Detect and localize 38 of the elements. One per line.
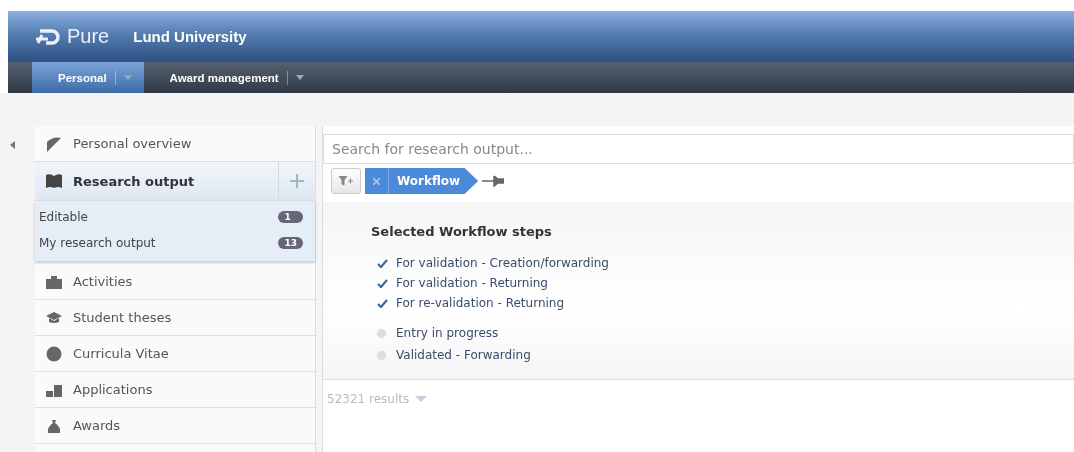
count-badge: 1 [278,211,303,223]
graduation-cap-icon [45,309,63,326]
nav-tab[interactable]: Award management [143,62,316,93]
checkmark-icon[interactable] [377,258,388,268]
nav-tab[interactable]: Personal [32,62,144,93]
cv-badge-icon [45,345,63,362]
workflow-step[interactable]: For re-validation - Returning [396,296,565,310]
pin-icon[interactable] [482,175,505,187]
radio-dot[interactable] [377,328,386,338]
search-field[interactable]: Search for research output... [323,134,1074,164]
filter-chip[interactable]: Workflow [365,168,479,194]
radio-dot[interactable] [377,350,386,360]
add-icon[interactable] [290,174,304,188]
submenu-item[interactable]: Editable [39,205,279,229]
workflow-step[interactable]: For validation - Returning [396,276,548,290]
count-badge: 13 [278,237,303,249]
product-name: Pure [67,25,110,48]
close-icon[interactable] [373,177,380,185]
briefcase-icon [45,273,63,290]
workflow-step[interactable]: For validation - Creation/forwarding [396,256,609,270]
results-count: 52321 results [327,392,410,406]
checkmark-icon[interactable] [377,298,388,308]
caret-icon [123,75,132,80]
panel-title: Selected Workflow steps [371,224,553,239]
logo-icon [34,26,62,47]
collapse-icon[interactable] [10,141,15,149]
sidebar-item[interactable]: Research output [35,162,315,201]
workflow-step[interactable]: Validated - Forwarding [396,348,531,362]
checkmark-icon[interactable] [377,278,388,288]
money-bag-icon [45,417,63,434]
filter-plus-icon [339,176,353,186]
add-filter-button[interactable] [331,168,361,194]
caret-icon [295,75,304,80]
submenu-item[interactable]: My research output [39,231,279,255]
pie-slice-icon [45,135,63,152]
book-icon [45,173,63,189]
organization-name: Lund University [133,28,247,45]
workflow-step[interactable]: Entry in progress [396,326,499,340]
